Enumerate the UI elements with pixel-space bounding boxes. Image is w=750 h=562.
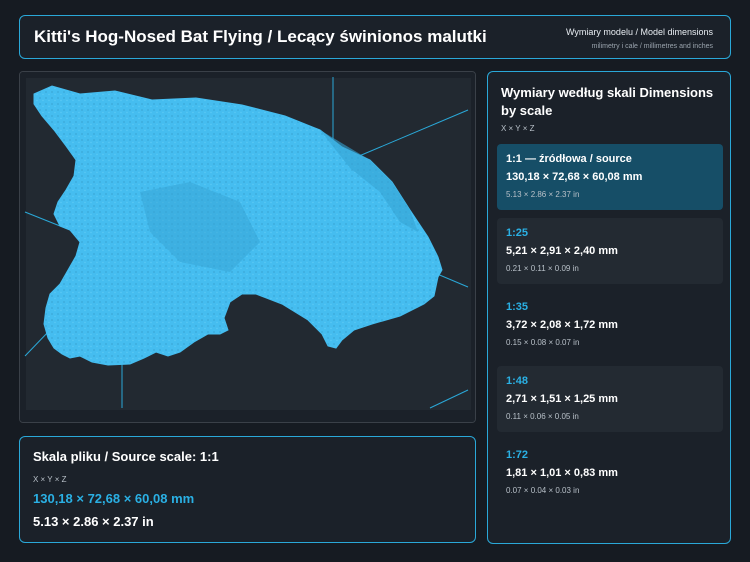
scale-label: 1:35 [506, 301, 529, 313]
source-scale-panel: Skala pliku / Source scale: 1:1 X × Y × … [19, 436, 476, 543]
scale-label: 1:72 [506, 449, 529, 461]
scale-dimensions-inches: 0.21 × 0.11 × 0.09 in [506, 264, 579, 273]
scale-dimensions-mm: 3,72 × 2,08 × 1,72 mm [506, 319, 618, 331]
scale-dimensions-inches: 0.15 × 0.08 × 0.07 in [506, 338, 580, 347]
source-dimensions-mm: 130,18 × 72,68 × 60,08 mm [33, 491, 195, 506]
scale-card-1-25[interactable]: 1:25 5,21 × 2,91 × 2,40 mm 0.21 × 0.11 ×… [497, 218, 723, 284]
header-subtitle: Wymiary modelu / Model dimensions [566, 27, 713, 37]
scale-dimensions-inches: 0.11 × 0.06 × 0.05 in [506, 412, 579, 421]
scale-label: 1:1 — źródłowa / source [506, 153, 632, 165]
scale-card-1-72[interactable]: 1:72 1,81 × 1,01 × 0,83 mm 0.07 × 0.04 ×… [497, 440, 723, 506]
scale-dimensions-inches: 5.13 × 2.86 × 2.37 in [506, 190, 580, 199]
scale-dimensions-mm: 130,18 × 72,68 × 60,08 mm [506, 171, 643, 183]
scale-dimensions-mm: 1,81 × 1,01 × 0,83 mm [506, 467, 618, 479]
scale-dimensions-mm: 2,71 × 1,51 × 1,25 mm [506, 393, 618, 405]
scale-label: 1:25 [506, 227, 529, 239]
units-note: milimetry i cale / millimetres and inche… [591, 43, 713, 50]
model-viewer[interactable] [19, 71, 476, 423]
dimensions-by-scale-panel: Wymiary według skali Dimensions by scale… [487, 71, 731, 544]
scale-card-1-35[interactable]: 1:35 3,72 × 2,08 × 1,72 mm 0.15 × 0.08 ×… [497, 292, 723, 358]
model-viewport[interactable] [20, 72, 476, 423]
dimensions-title: Wymiary według skali Dimensions by scale [501, 85, 714, 118]
scale-dimensions-mm: 5,21 × 2,91 × 2,40 mm [506, 245, 618, 257]
scale-dimensions-inches: 0.07 × 0.04 × 0.03 in [506, 486, 580, 495]
scale-label: 1:48 [506, 375, 529, 387]
scale-card-1-1[interactable]: 1:1 — źródłowa / source 130,18 × 72,68 ×… [497, 144, 723, 210]
scale-card-1-48[interactable]: 1:48 2,71 × 1,51 × 1,25 mm 0.11 × 0.06 ×… [497, 366, 723, 432]
header-panel: Kitti's Hog-Nosed Bat Flying / Lecący św… [19, 15, 731, 59]
page-title: Kitti's Hog-Nosed Bat Flying / Lecący św… [34, 27, 487, 46]
source-dimensions-inches: 5.13 × 2.86 × 2.37 in [33, 514, 154, 529]
source-axes-label: X × Y × Z [33, 475, 67, 484]
source-scale-title: Skala pliku / Source scale: 1:1 [33, 449, 219, 464]
dimensions-axes-label: X × Y × Z [501, 124, 535, 133]
